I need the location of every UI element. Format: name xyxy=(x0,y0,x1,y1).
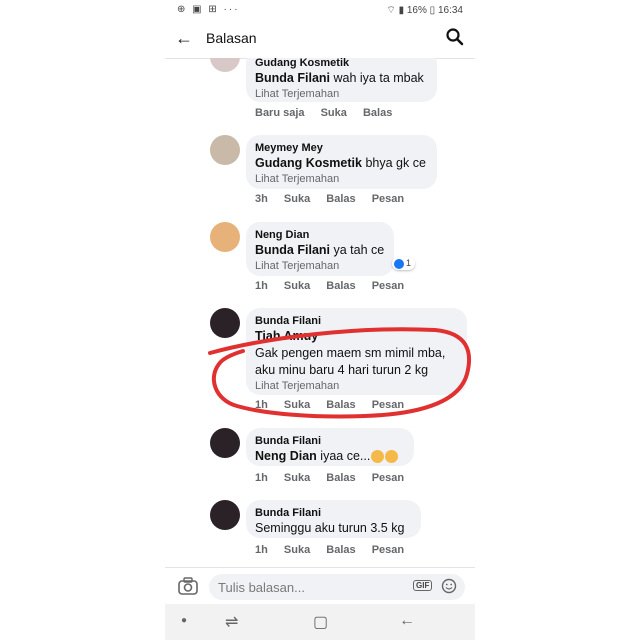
message-button[interactable]: Pesan xyxy=(372,280,404,292)
comment-actions: 1h Suka Balas Pesan xyxy=(255,280,417,292)
like-button[interactable]: Suka xyxy=(284,193,310,205)
smiling-face-emoji-icon xyxy=(385,450,399,464)
phone-screen: ⊕ ▣ ⊞ ··· ⌔ ▮ 16% ▯ 16:34 ← Balasan Guda… xyxy=(165,0,475,640)
comment-actions: 1h Suka Balas Pesan xyxy=(255,544,417,556)
page-title: Balasan xyxy=(206,30,257,46)
comment-text: Bunda Filani ya tah ce xyxy=(255,243,385,257)
battery-icon: ▯ xyxy=(429,5,436,16)
battery-level: 16% xyxy=(406,5,427,16)
reaction-count-badge[interactable]: 1 xyxy=(392,257,416,270)
signal-icon: ▮ xyxy=(398,5,405,16)
comment-author[interactable]: Gudang Kosmetik xyxy=(255,58,428,70)
message-button[interactable]: Pesan xyxy=(372,193,404,205)
comment-actions: 3h Suka Balas Pesan xyxy=(255,193,417,205)
sticker-smile-icon[interactable] xyxy=(441,578,457,594)
like-button[interactable]: Suka xyxy=(321,107,347,119)
reply-button[interactable]: Balas xyxy=(326,544,355,556)
like-button[interactable]: Suka xyxy=(284,472,310,484)
red-annotation-circle xyxy=(208,327,472,419)
comment-bubble: Bunda Filani Seminggu aku turun 3.5 kg xyxy=(246,500,421,538)
comment-actions: Baru saja Suka Balas xyxy=(255,107,405,119)
comment-time: 1h xyxy=(255,544,268,556)
comment-author[interactable]: Meymey Mey xyxy=(255,141,428,155)
see-translation-link[interactable]: Lihat Terjemahan xyxy=(255,172,428,187)
comment-time: 3h xyxy=(255,193,268,205)
comment-author[interactable]: Bunda Filani xyxy=(255,506,412,520)
comment-bubble: Neng Dian Bunda Filani ya tah ce Lihat T… xyxy=(246,222,394,276)
avatar[interactable] xyxy=(210,428,240,458)
reply-button[interactable]: Balas xyxy=(326,193,355,205)
comment-author[interactable]: Neng Dian xyxy=(255,228,385,242)
comment-list[interactable]: Gudang Kosmetik Bunda Filani wah iya ta … xyxy=(165,58,475,568)
app-bar: ← Balasan xyxy=(165,20,475,59)
mention-link[interactable]: Gudang Kosmetik xyxy=(255,156,362,170)
reply-button[interactable]: Balas xyxy=(326,280,355,292)
nav-back-icon[interactable]: ← xyxy=(399,612,415,630)
wifi-icon: ⌔ xyxy=(386,5,396,16)
comment-bubble: Meymey Mey Gudang Kosmetik bhya gk ce Li… xyxy=(246,135,437,189)
clock: 16:34 xyxy=(437,5,463,16)
system-nav-bar: ● ⇌ ▢ ← xyxy=(165,604,475,640)
home-icon[interactable]: ▢ xyxy=(313,612,328,632)
comment-actions: 1h Suka Balas Pesan xyxy=(255,472,417,484)
like-button[interactable]: Suka xyxy=(284,544,310,556)
comment-time: Baru saja xyxy=(255,107,305,119)
mention-link[interactable]: Bunda Filani xyxy=(255,71,330,85)
like-reaction-icon xyxy=(394,258,404,269)
avatar[interactable] xyxy=(210,58,240,72)
search-icon[interactable] xyxy=(445,27,465,47)
comment-time: 1h xyxy=(255,472,268,484)
back-arrow-icon[interactable]: ← xyxy=(175,28,193,49)
reply-button[interactable]: Balas xyxy=(326,472,355,484)
reply-button[interactable]: Balas xyxy=(363,107,392,119)
comment-text: Neng Dian iyaa ce... xyxy=(255,448,405,465)
camera-icon[interactable] xyxy=(177,576,199,596)
status-bar: ⊕ ▣ ⊞ ··· ⌔ ▮ 16% ▯ 16:34 xyxy=(165,0,475,20)
comment-bubble: Gudang Kosmetik Bunda Filani wah iya ta … xyxy=(246,58,437,102)
comment-time: 1h xyxy=(255,280,268,292)
nav-dot-icon[interactable]: ● xyxy=(181,615,187,626)
message-button[interactable]: Pesan xyxy=(372,472,404,484)
comment-text: Bunda Filani wah iya ta mbak xyxy=(255,71,424,85)
message-button[interactable]: Pesan xyxy=(372,544,404,556)
avatar[interactable] xyxy=(210,222,240,252)
avatar[interactable] xyxy=(210,135,240,165)
status-right-group: ⌔ ▮ 16% ▯ 16:34 xyxy=(386,4,463,17)
comment-author[interactable]: Bunda Filani xyxy=(255,434,405,448)
gif-button[interactable]: GIF xyxy=(413,580,433,591)
mention-link[interactable]: Bunda Filani xyxy=(255,243,330,257)
see-translation-link[interactable]: Lihat Terjemahan xyxy=(255,87,428,102)
mention-link[interactable]: Neng Dian xyxy=(255,449,317,463)
reply-composer: GIF xyxy=(165,567,475,604)
status-notification-icons: ⊕ ▣ ⊞ ··· xyxy=(177,4,240,15)
comment-text: Gudang Kosmetik bhya gk ce xyxy=(255,156,426,170)
see-translation-link[interactable]: Lihat Terjemahan xyxy=(255,259,385,274)
smiling-face-emoji-icon xyxy=(371,450,385,464)
comment-text: Seminggu aku turun 3.5 kg xyxy=(255,521,405,535)
comment-bubble: Bunda Filani Neng Dian iyaa ce... xyxy=(246,428,414,466)
like-button[interactable]: Suka xyxy=(284,280,310,292)
avatar[interactable] xyxy=(210,500,240,530)
recent-apps-icon[interactable]: ⇌ xyxy=(225,612,238,632)
